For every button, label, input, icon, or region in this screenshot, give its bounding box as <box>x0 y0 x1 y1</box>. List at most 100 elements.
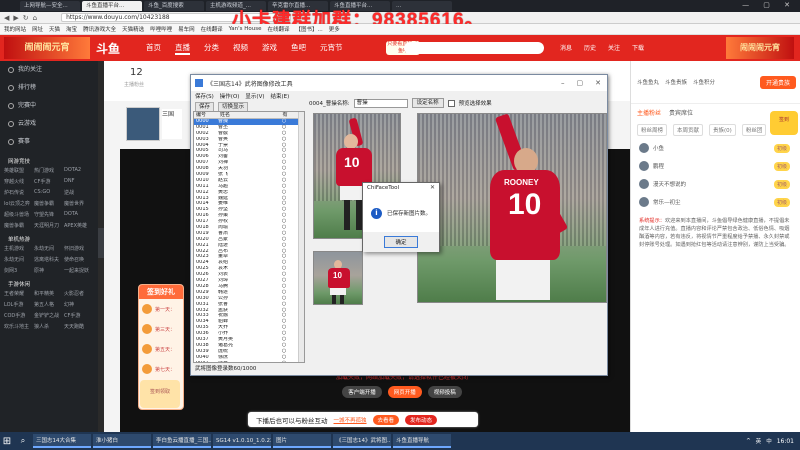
nav-item-video[interactable]: 视频 <box>233 42 248 55</box>
portrait-preview-small[interactable]: 10 <box>313 251 363 305</box>
stream-thumbnail[interactable] <box>126 107 160 141</box>
message-icon[interactable]: 消息 <box>560 43 572 52</box>
sidebar-link[interactable]: 守望先锋 <box>34 211 64 218</box>
promo-link[interactable]: 一城不再孤独 <box>334 416 367 424</box>
preview-checkbox[interactable] <box>447 99 455 107</box>
sidebar-link[interactable]: 剑网3 <box>4 267 34 274</box>
tray-expand-icon[interactable]: ^ <box>746 438 751 444</box>
taskbar-search-icon[interactable]: ⌕ <box>14 436 32 446</box>
sidebar-link[interactable]: 逆战 <box>64 189 94 196</box>
sidebar-link[interactable]: 使命召唤 <box>64 256 94 263</box>
browser-tab[interactable]: 上网导航—安全... <box>20 1 80 11</box>
taskbar-item[interactable]: 三国志14大合集 <box>33 434 91 448</box>
sidebar-link[interactable]: 欢乐斗地主 <box>4 323 34 330</box>
fan-list-item[interactable]: 小鱼 初级 <box>631 139 800 157</box>
bookmark-item[interactable]: 在线翻译 <box>267 25 289 33</box>
sidebar-link[interactable]: 原神 <box>34 267 64 274</box>
sidebar-link[interactable]: 和平精英 <box>34 290 64 297</box>
ok-button[interactable]: 确定 <box>384 236 418 248</box>
site-logo[interactable]: 斗鱼 <box>96 40 120 57</box>
taskbar-item[interactable]: SG14 v1.0.10_1.0.23 <box>213 434 271 448</box>
clock[interactable]: 16:01 <box>777 438 794 445</box>
browser-tab[interactable]: 斗鱼_百度搜索 <box>144 1 204 11</box>
sidebar-link[interactable]: 怀旧游戏 <box>64 245 94 252</box>
fan-list-item[interactable]: 常乐—初尘 初级 <box>631 193 800 211</box>
sidebar-link[interactable]: 逃离塔科夫 <box>34 256 64 263</box>
tray-lang-icon[interactable]: 英 <box>756 437 762 445</box>
follow-icon[interactable]: 关注 <box>608 43 620 52</box>
bookmark-item[interactable]: 腾讯游戏大全 <box>83 25 116 33</box>
fishball-label[interactable]: 斗鱼鱼丸 <box>637 78 659 86</box>
sidebar-link[interactable]: 超级斗兽场 <box>4 211 34 218</box>
window-controls[interactable]: — ▢ ✕ <box>742 1 796 9</box>
subtab-noble[interactable]: 贵族(0) <box>709 124 736 136</box>
sidebar-item-rank[interactable]: 排行榜 <box>0 79 98 97</box>
sidebar-link[interactable]: DOTA <box>64 211 94 218</box>
menu-exit[interactable]: 结束(E) <box>270 92 289 100</box>
history-icon[interactable]: 历史 <box>584 43 596 52</box>
signin-gift-button[interactable]: 签到领取 <box>140 380 180 408</box>
bookmark-item[interactable]: 天猫精选 <box>122 25 144 33</box>
sidebar-link[interactable]: 主机游戏 <box>4 245 34 252</box>
sidebar-link[interactable]: COD手游 <box>4 312 34 319</box>
sidebar-link[interactable]: 永劫无间 <box>4 256 34 263</box>
signin-badge[interactable]: 签到 <box>770 111 798 135</box>
nav-item-home[interactable]: 首页 <box>146 42 161 55</box>
sidebar-link[interactable]: 王者荣耀 <box>4 290 34 297</box>
promo-view-button[interactable]: 去看看 <box>372 414 400 425</box>
signin-row[interactable]: 第一天： <box>139 299 183 319</box>
video-upload-button[interactable]: 视频投稿 <box>427 386 462 398</box>
signin-row[interactable]: 第七天： <box>139 359 183 379</box>
tab-fans[interactable]: 主播粉丝 <box>637 108 661 117</box>
fan-list-item[interactable]: 鹏程 初级 <box>631 157 800 175</box>
bookmark-item[interactable]: 哔哩哔哩 <box>150 25 172 33</box>
sidebar-link[interactable]: DNF <box>64 178 94 185</box>
tray-ime-icon[interactable]: 中 <box>766 437 772 445</box>
close-icon[interactable]: ✕ <box>430 184 435 191</box>
open-noble-button[interactable]: 开通贵族 <box>759 75 796 89</box>
points-label[interactable]: 斗鱼积分 <box>693 78 715 86</box>
sidebar-item-match[interactable]: 完赛中 <box>0 97 98 115</box>
signin-row[interactable]: 第五天： <box>139 339 183 359</box>
signin-row[interactable]: 第三天： <box>139 319 183 339</box>
windows-start-icon[interactable]: ⊞ <box>0 432 14 450</box>
sidebar-link[interactable]: 天涯明月刀 <box>34 222 64 229</box>
bookmark-item[interactable]: 我的网站 <box>4 25 26 33</box>
sidebar-link[interactable]: DOTA2 <box>64 167 94 174</box>
sidebar-link[interactable]: 狼人杀 <box>34 323 64 330</box>
sidebar-link[interactable]: 永劫无间 <box>34 245 64 252</box>
forward-icon[interactable]: ▶ <box>13 14 18 22</box>
sidebar-link[interactable]: CF手游 <box>64 312 94 319</box>
subtab-week[interactable]: 粉丝周榜 <box>637 124 668 136</box>
sidebar-link[interactable]: 一起来捉妖 <box>64 267 94 274</box>
bookmark-item[interactable]: 在线翻译 <box>201 25 223 33</box>
browser-tab-active[interactable]: 斗鱼直播平台... <box>82 1 142 11</box>
taskbar-item[interactable]: 李白鱼云播直播_三国... <box>153 434 211 448</box>
sidebar-link[interactable]: CS:GO <box>34 189 64 196</box>
fan-list-item[interactable]: 漫天不想说的 初级 <box>631 175 800 193</box>
set-name-button[interactable]: 设定名称 <box>411 98 444 108</box>
header-banner-right[interactable]: 闹闹闹元宵 <box>726 37 794 59</box>
sidebar-link[interactable]: 火影忍者 <box>64 290 94 297</box>
client-live-button[interactable]: 客户端开播 <box>342 386 382 398</box>
sidebar-link[interactable]: 魔兽争霸 <box>4 222 34 229</box>
header-banner-left[interactable]: 闹闹闹元宵 <box>4 37 90 59</box>
bookmark-item[interactable]: 更多 <box>329 25 340 33</box>
download-icon[interactable]: 下载 <box>632 43 644 52</box>
subtab-fanclub[interactable]: 粉丝团 <box>741 124 767 136</box>
bookmark-item[interactable]: Yan's House <box>229 26 262 32</box>
nav-item-game[interactable]: 游戏 <box>262 42 277 55</box>
window-controls[interactable]: – ▢ ✕ <box>561 79 607 87</box>
nav-item-festival[interactable]: 元宵节 <box>320 42 343 55</box>
sidebar-item-event[interactable]: 赛事 <box>0 133 98 151</box>
minimize-icon[interactable]: – <box>561 79 565 87</box>
officer-list[interactable]: 编号 姓名 有 0000 曹操 ○ 0001 曹丕 ○ 0002 曹叡 ○ 0003 曹奂 ○ 0004… <box>193 111 305 363</box>
close-icon[interactable]: ✕ <box>595 79 601 87</box>
menu-operate[interactable]: 操作(O) <box>220 92 240 100</box>
menu-save[interactable]: 保存(S) <box>195 92 214 100</box>
sidebar-link[interactable]: 穿越火线 <box>4 178 34 185</box>
bookmark-item[interactable]: 网址 <box>32 25 43 33</box>
list-scrollbar[interactable] <box>298 112 304 362</box>
sidebar-link[interactable]: LOL手游 <box>4 301 34 308</box>
sidebar-link[interactable]: lol云顶之弈 <box>4 200 34 207</box>
